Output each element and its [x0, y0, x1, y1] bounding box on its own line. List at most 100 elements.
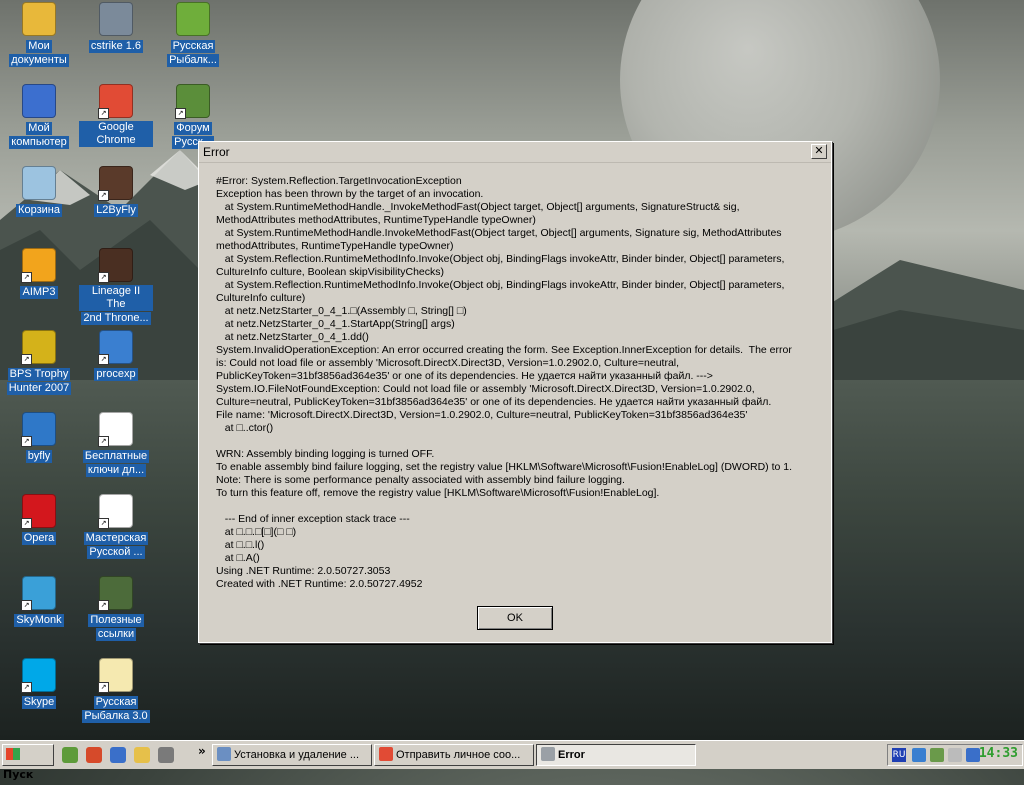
ok-button[interactable]: OK: [477, 606, 553, 630]
quicklaunch-icon[interactable]: [110, 747, 126, 763]
shortcut-arrow-icon: ↗: [98, 600, 109, 611]
desktop-icon[interactable]: ↗ BPS Trophy Hunter 2007: [2, 330, 76, 395]
desktop-icon-label: Opera: [21, 532, 57, 545]
shortcut-arrow-icon: ↗: [98, 190, 109, 201]
desktop-icon[interactable]: ↗ Форум Русск...: [156, 84, 230, 149]
desktop-icon-label: Полезные: [88, 614, 144, 627]
desktop-icon-label: Русская: [93, 696, 139, 709]
desktop-icon[interactable]: ↗ Google Chrome: [79, 84, 153, 147]
desktop-icon[interactable]: ↗ Русская Рыбалка 3.0: [79, 658, 153, 723]
desktop-icon[interactable]: Мои документы: [2, 2, 76, 67]
shortcut-arrow-icon: ↗: [21, 518, 32, 529]
desktop-icon[interactable]: ↗ procexp: [79, 330, 153, 381]
error-message-line: PublicKeyToken=31bf3856ad364e35' or one …: [216, 370, 713, 382]
shortcut-arrow-icon: ↗: [98, 272, 109, 283]
quicklaunch-icon[interactable]: [158, 747, 174, 763]
desktop-icon[interactable]: cstrike 1.6: [79, 2, 153, 53]
desktop-icon-label: 2nd Throne...: [81, 312, 151, 325]
desktop-icon[interactable]: ↗ Skype: [2, 658, 76, 709]
desktop-icon[interactable]: ↗ byfly: [2, 412, 76, 463]
desktop-icon-label: byfly: [25, 450, 53, 463]
desktop-icon-label: Форум: [174, 122, 212, 135]
desktop-icon[interactable]: Русская Рыбалк...: [156, 2, 230, 67]
desktop-icon-label: L2ByFly: [94, 204, 138, 217]
error-message-line: at □.A(): [216, 552, 260, 564]
desktop-icon[interactable]: ↗ Мастерская Русской ...: [79, 494, 153, 559]
error-message-line: To turn this feature off, remove the reg…: [216, 487, 660, 499]
desktop-icon[interactable]: ↗ Opera: [2, 494, 76, 545]
dialog-titlebar[interactable]: Error ✕: [199, 142, 831, 163]
error-message-line: WRN: Assembly binding logging is turned …: [216, 448, 435, 460]
desktop-icon[interactable]: ↗ SkyMonk: [2, 576, 76, 627]
desktop-icon-label: BPS Trophy: [7, 368, 71, 381]
quicklaunch-icon[interactable]: [86, 747, 102, 763]
desktop-icon[interactable]: ↗ Lineage II The 2nd Throne...: [79, 248, 153, 325]
taskbar-button[interactable]: Отправить личное соо...: [374, 744, 534, 766]
error-message-line: is: Could not load file or assembly 'Mic…: [216, 357, 680, 369]
task-app-icon: [379, 747, 393, 761]
desktop-icon[interactable]: ↗ AIMP3: [2, 248, 76, 299]
error-message-line: System.InvalidOperationException: An err…: [216, 344, 792, 356]
error-message-line: System.IO.FileNotFoundException: Could n…: [216, 383, 755, 395]
start-button[interactable]: Пуск: [2, 744, 54, 781]
shortcut-arrow-icon: ↗: [98, 436, 109, 447]
error-message-line: at □.□.l(): [216, 539, 265, 551]
error-message-line: at netz.NetzStarter_0_4_1.□(Assembly □, …: [216, 305, 467, 317]
error-message-line: Created with .NET Runtime: 2.0.50727.495…: [216, 578, 423, 590]
desktop-icon-label: SkyMonk: [14, 614, 64, 627]
error-message-line: at System.RuntimeMethodHandle.InvokeMeth…: [216, 227, 782, 239]
tray-icon[interactable]: [948, 748, 962, 762]
error-message-line: at System.RuntimeMethodHandle._InvokeMet…: [216, 201, 740, 213]
close-icon: ✕: [814, 144, 824, 157]
error-message-line: File name: 'Microsoft.DirectX.Direct3D, …: [216, 409, 748, 421]
desktop-icon[interactable]: Корзина: [2, 166, 76, 217]
desktop-icon-label: Hunter 2007: [6, 382, 72, 395]
error-message: #Error: System.Reflection.TargetInvocati…: [216, 175, 821, 591]
shortcut-arrow-icon: ↗: [98, 518, 109, 529]
taskbar-button-label: Error: [558, 749, 585, 761]
shortcut-arrow-icon: ↗: [175, 108, 186, 119]
clock[interactable]: 14:33: [979, 746, 1018, 761]
dialog-title: Error: [203, 145, 230, 159]
desktop-icon-image: ↗: [98, 412, 133, 447]
system-tray: RU 14:33: [887, 744, 1023, 766]
error-message-line: at netz.NetzStarter_0_4_1.dd(): [216, 331, 369, 343]
desktop-icon-image: ↗: [98, 658, 133, 693]
desktop-icon-label: procexp: [94, 368, 138, 381]
error-message-line: at □..ctor(): [216, 422, 274, 434]
desktop-icon-label: Русской ...: [87, 546, 145, 559]
taskbar-button[interactable]: Error: [536, 744, 696, 766]
desktop-icon[interactable]: ↗ Бесплатные ключи дл...: [79, 412, 153, 477]
desktop-icon-label: Мастерская: [83, 532, 149, 545]
desktop-icon[interactable]: Мой компьютер: [2, 84, 76, 149]
desktop-icon-label: Мой: [26, 122, 52, 135]
tray-icon[interactable]: [912, 748, 926, 762]
taskbar-button-label: Установка и удаление ...: [234, 749, 360, 761]
language-indicator[interactable]: RU: [892, 748, 906, 762]
quicklaunch-chevron-icon[interactable]: »: [198, 744, 206, 758]
desktop-icon-image: ↗: [21, 576, 56, 611]
shortcut-arrow-icon: ↗: [21, 354, 32, 365]
error-message-line: methodAttributes, RuntimeTypeHandle type…: [216, 240, 454, 252]
taskbar-button-label: Отправить личное соо...: [396, 749, 521, 761]
desktop-icon-label: Рыбалка 3.0: [82, 710, 150, 723]
error-message-line: Culture=neutral, PublicKeyToken=31bf3856…: [216, 396, 772, 408]
windows-logo-icon: [6, 748, 20, 760]
error-message-line: at □.□.□[□](□ □): [216, 526, 297, 538]
close-button[interactable]: ✕: [811, 144, 827, 159]
quicklaunch-icon[interactable]: [134, 747, 150, 763]
desktop-icon-label: Корзина: [16, 204, 62, 217]
error-message-line: #Error: System.Reflection.TargetInvocati…: [216, 175, 462, 187]
error-message-line: at System.Reflection.RuntimeMethodInfo.I…: [216, 279, 785, 291]
desktop-icon-label: Мои: [26, 40, 52, 53]
desktop-icon-image: ↗: [98, 84, 133, 119]
desktop-icon-image: ↗: [98, 248, 133, 283]
quicklaunch-icon[interactable]: [62, 747, 78, 763]
tray-icon[interactable]: [930, 748, 944, 762]
desktop-icon-image: ↗: [21, 330, 56, 365]
desktop-icon-image: ↗: [21, 248, 56, 283]
desktop-icon[interactable]: ↗ L2ByFly: [79, 166, 153, 217]
desktop-icon[interactable]: ↗ Полезные ссылки: [79, 576, 153, 641]
desktop-icon-image: ↗: [98, 494, 133, 529]
taskbar-button[interactable]: Установка и удаление ...: [212, 744, 372, 766]
